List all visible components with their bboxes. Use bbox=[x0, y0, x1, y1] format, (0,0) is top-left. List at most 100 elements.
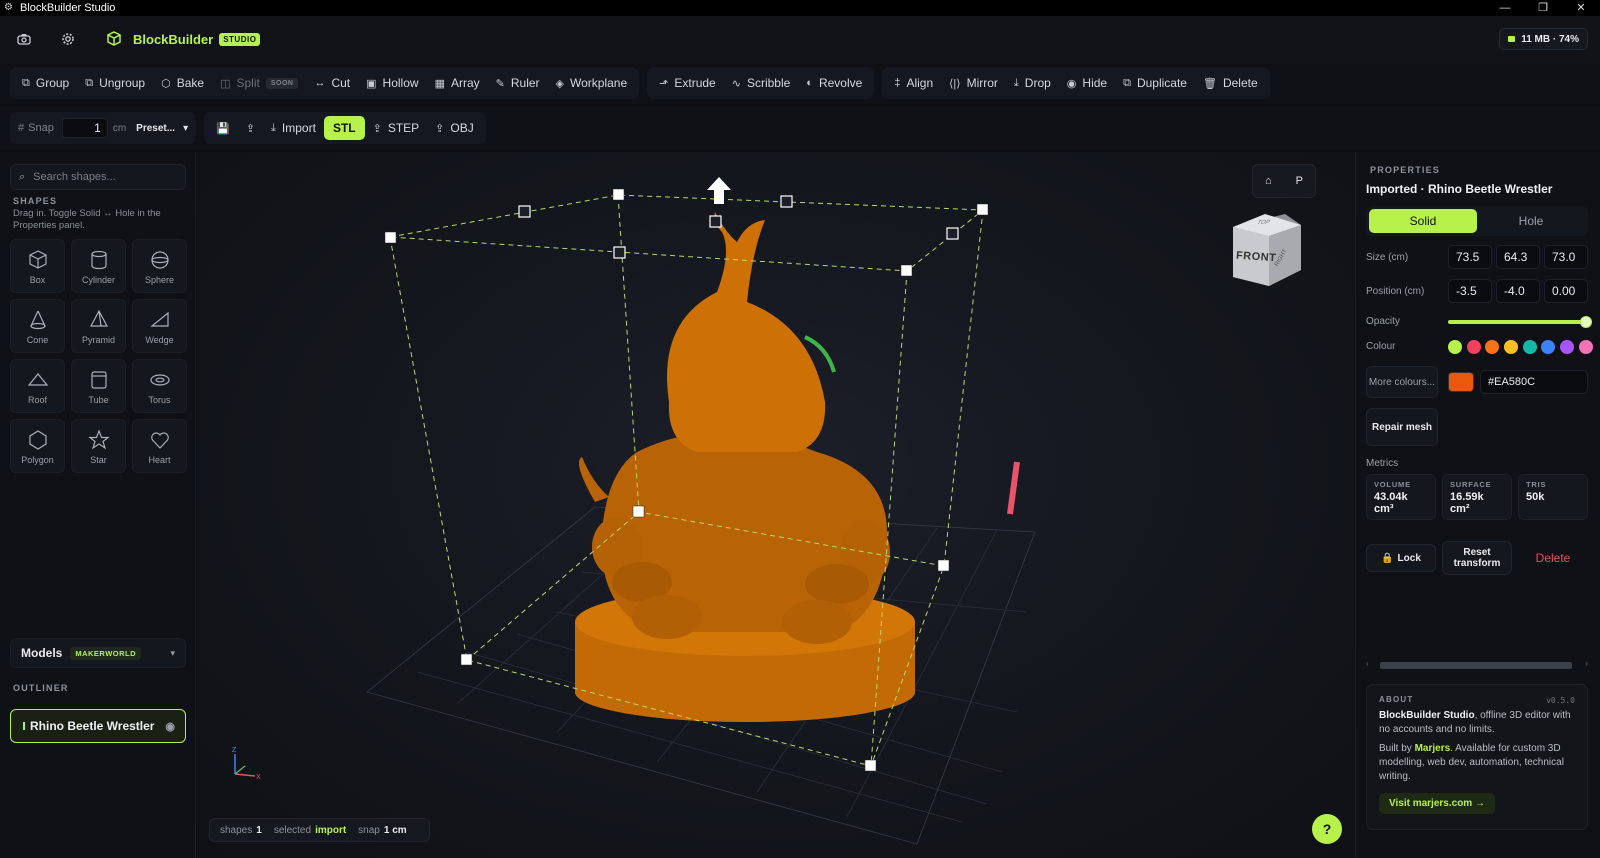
step-button[interactable]: ⇪ STEP bbox=[365, 115, 428, 141]
position-y-input[interactable]: -4.0 bbox=[1496, 279, 1540, 303]
search-shapes-field[interactable]: ⌕ Search shapes... bbox=[10, 164, 186, 190]
move-up-arrow-icon[interactable] bbox=[707, 177, 731, 204]
maximize-button[interactable]: ❐ bbox=[1524, 0, 1562, 16]
import-label: Import bbox=[281, 121, 316, 135]
opacity-slider[interactable] bbox=[1448, 316, 1592, 328]
delete-button[interactable]: 🗑 Delete bbox=[1195, 70, 1266, 96]
scroll-left-icon[interactable]: ‹ bbox=[1366, 659, 1369, 668]
ungroup-button[interactable]: ⧉ Ungroup bbox=[77, 70, 153, 96]
mirror-button[interactable]: ⟨|⟩ Mirror bbox=[941, 70, 1006, 96]
lock-button[interactable]: 🔒 Lock bbox=[1366, 544, 1436, 572]
shape-cylinder[interactable]: Cylinder bbox=[71, 239, 126, 293]
ungroup-icon: ⧉ bbox=[85, 76, 94, 89]
swatch-blue[interactable] bbox=[1541, 340, 1556, 354]
align-label: Align bbox=[906, 76, 934, 90]
shape-pyramid[interactable]: Pyramid bbox=[71, 299, 126, 353]
swatch-lime[interactable] bbox=[1448, 340, 1462, 354]
cut-button[interactable]: ↔ Cut bbox=[306, 70, 358, 96]
toolbar-group-arrange: ‡ Align ⟨|⟩ Mirror ⤓ Drop ◉ Hide ⧉ Duplicate … bbox=[882, 67, 1270, 99]
preset-dropdown[interactable]: Preset... bbox=[136, 123, 175, 134]
snap-label: Snap bbox=[28, 122, 54, 134]
delete-object-button[interactable]: Delete bbox=[1518, 544, 1588, 572]
shape-box[interactable]: Box bbox=[10, 239, 65, 293]
ruler-button[interactable]: ✎ Ruler bbox=[488, 70, 548, 96]
shape-roof[interactable]: Roof bbox=[10, 359, 65, 413]
shapes-grid: Box Cylinder Sphere Cone Pyramid Wedge R… bbox=[10, 239, 187, 473]
revolve-button[interactable]: ◐ Revolve bbox=[798, 70, 870, 96]
shape-label: Wedge bbox=[145, 334, 174, 345]
swatch-orange[interactable] bbox=[1485, 340, 1500, 354]
home-view-icon[interactable]: ⌂ bbox=[1265, 175, 1272, 187]
current-colour-swatch[interactable] bbox=[1448, 372, 1474, 392]
scribble-button[interactable]: ∿ Scribble bbox=[724, 70, 799, 96]
x-axis-gizmo[interactable] bbox=[1007, 461, 1020, 515]
camera-icon[interactable] bbox=[11, 26, 37, 52]
more-colours-button[interactable]: More colours... bbox=[1366, 366, 1438, 398]
drop-button[interactable]: ⤓ Drop bbox=[1006, 70, 1059, 96]
snap-input[interactable] bbox=[61, 118, 108, 138]
shape-cone[interactable]: Cone bbox=[10, 299, 65, 353]
viewport-canvas[interactable]: Z X bbox=[197, 152, 1354, 858]
save-button[interactable]: 💾 bbox=[208, 115, 238, 141]
scroll-right-icon[interactable]: › bbox=[1585, 659, 1588, 668]
close-button[interactable]: ✕ bbox=[1562, 0, 1600, 16]
stl-button[interactable]: STL bbox=[323, 116, 365, 140]
shape-wedge[interactable]: Wedge bbox=[132, 299, 187, 353]
size-x-input[interactable]: 73.5 bbox=[1448, 245, 1492, 269]
help-button[interactable]: ? bbox=[1312, 814, 1342, 844]
swatch-yellow[interactable] bbox=[1504, 340, 1519, 354]
outliner-item[interactable]: Rhino Beetle Wrestler ◉ bbox=[10, 709, 186, 743]
shape-torus[interactable]: Torus bbox=[132, 359, 187, 413]
duplicate-button[interactable]: ⧉ Duplicate bbox=[1115, 70, 1195, 96]
shape-heart[interactable]: Heart bbox=[132, 419, 187, 473]
hollow-button[interactable]: ▣ Hollow bbox=[358, 70, 426, 96]
chevron-down-icon[interactable]: ▾ bbox=[183, 123, 188, 134]
import-button[interactable]: ⤓ Import bbox=[263, 115, 324, 141]
shape-star[interactable]: Star bbox=[71, 419, 126, 473]
array-label: Array bbox=[450, 76, 480, 90]
workplane-button[interactable]: ◈ Workplane bbox=[548, 70, 636, 96]
repair-mesh-button[interactable]: Repair mesh bbox=[1366, 408, 1438, 446]
group-button[interactable]: ⧉ Group bbox=[14, 70, 77, 96]
colour-hex-input[interactable]: #EA580C bbox=[1480, 370, 1588, 394]
shapes-count-value: 1 bbox=[256, 824, 262, 836]
array-button[interactable]: ▦ Array bbox=[427, 70, 488, 96]
visit-website-link[interactable]: Visit marjers.com → bbox=[1379, 793, 1495, 814]
opacity-slider-knob[interactable] bbox=[1580, 316, 1592, 328]
size-z-input[interactable]: 73.0 bbox=[1544, 245, 1588, 269]
settings-gear-icon[interactable] bbox=[55, 26, 81, 52]
models-dropdown[interactable]: Models MAKERWORLD ▾ bbox=[10, 638, 186, 668]
shape-sphere[interactable]: Sphere bbox=[132, 239, 187, 293]
properties-scrollbar[interactable]: ‹ › bbox=[1366, 659, 1588, 670]
position-x-input[interactable]: -3.5 bbox=[1448, 279, 1492, 303]
bake-button[interactable]: ⬡ Bake bbox=[153, 70, 212, 96]
swatch-purple[interactable] bbox=[1560, 340, 1575, 354]
shape-label: Box bbox=[29, 274, 46, 285]
workplane-label: Workplane bbox=[570, 76, 628, 90]
hole-button[interactable]: Hole bbox=[1477, 209, 1585, 233]
snap-unit: cm bbox=[112, 122, 127, 134]
perspective-toggle[interactable]: P bbox=[1296, 175, 1303, 187]
align-button[interactable]: ‡ Align bbox=[886, 70, 941, 96]
scrollbar-thumb[interactable] bbox=[1380, 662, 1572, 669]
eye-icon[interactable]: ◉ bbox=[165, 720, 175, 733]
swatch-pink[interactable] bbox=[1578, 340, 1593, 354]
extrude-button[interactable]: ⬏ Extrude bbox=[651, 70, 724, 96]
3d-viewport[interactable]: Z X FRONT TOP RIGHT ⌂ P shapes 1 selected… bbox=[197, 152, 1354, 858]
minimize-button[interactable]: — bbox=[1486, 0, 1524, 16]
shape-polygon[interactable]: Polygon bbox=[10, 419, 65, 473]
scribble-icon: ∿ bbox=[731, 77, 741, 90]
swatch-teal[interactable] bbox=[1522, 340, 1537, 354]
shape-label: Cylinder bbox=[81, 274, 115, 285]
export-button[interactable]: ⇪ bbox=[238, 115, 263, 141]
split-button[interactable]: ◫ Split SOON bbox=[212, 70, 306, 96]
duplicate-label: Duplicate bbox=[1136, 76, 1187, 90]
solid-button[interactable]: Solid bbox=[1369, 209, 1477, 233]
size-y-input[interactable]: 64.3 bbox=[1496, 245, 1540, 269]
hide-button[interactable]: ◉ Hide bbox=[1059, 70, 1115, 96]
shape-tube[interactable]: Tube bbox=[71, 359, 126, 413]
position-z-input[interactable]: 0.00 bbox=[1544, 279, 1588, 303]
swatch-red[interactable] bbox=[1466, 340, 1481, 354]
reset-transform-button[interactable]: Reset transform bbox=[1442, 541, 1512, 575]
obj-button[interactable]: ⇪ OBJ bbox=[427, 115, 482, 141]
